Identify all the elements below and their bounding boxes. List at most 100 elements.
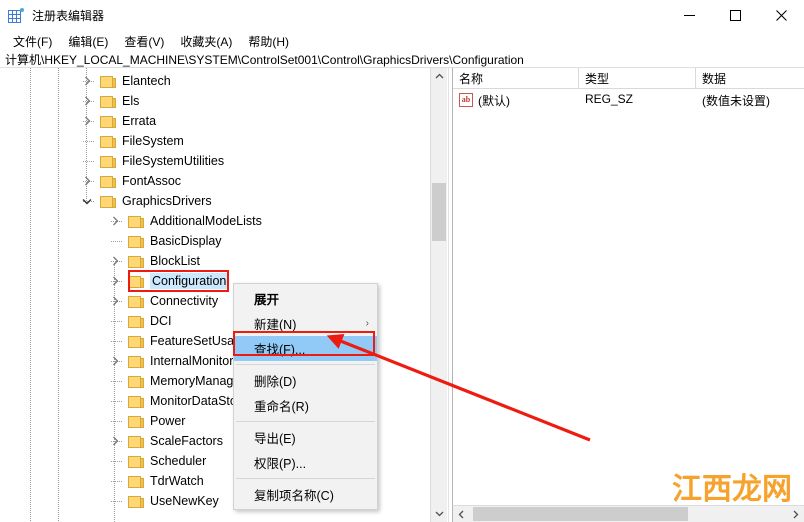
- tree-item-label[interactable]: AdditionalModeLists: [150, 213, 262, 229]
- column-header-data[interactable]: 数据: [696, 68, 804, 88]
- folder-icon: [128, 474, 144, 488]
- context-menu-item-label: 新建(N): [254, 318, 297, 332]
- context-menu-item-label: 复制项名称(C): [254, 489, 334, 503]
- tree-item-label[interactable]: Elantech: [122, 73, 171, 89]
- folder-icon: [100, 154, 116, 168]
- values-scroll-thumb[interactable]: [473, 507, 688, 521]
- folder-icon: [128, 354, 144, 368]
- scroll-right-button[interactable]: [787, 506, 804, 522]
- context-menu-separator: [236, 364, 375, 365]
- menu-edit[interactable]: 编辑(E): [60, 31, 116, 52]
- tree-item-label[interactable]: InternalMonitor: [150, 353, 233, 369]
- folder-icon: [128, 394, 144, 408]
- chevron-right-icon[interactable]: [108, 271, 122, 291]
- folder-icon: [100, 94, 116, 108]
- tree-item-label[interactable]: MemoryManager: [150, 373, 244, 389]
- tree-guide-connector: [83, 161, 95, 162]
- tree-vertical-scrollbar[interactable]: [430, 68, 447, 522]
- tree-item-label[interactable]: Power: [150, 413, 185, 429]
- tree-guide-connector: [111, 241, 123, 242]
- tree-guide-connector: [111, 501, 123, 502]
- window-title: 注册表编辑器: [32, 9, 105, 23]
- folder-icon: [128, 374, 144, 388]
- ctx-expand[interactable]: 展开: [234, 286, 377, 311]
- tree-item-label[interactable]: FileSystem: [122, 133, 184, 149]
- menu-help[interactable]: 帮助(H): [240, 31, 297, 52]
- ctx-rename[interactable]: 重命名(R): [234, 393, 377, 418]
- chevron-right-icon[interactable]: [108, 251, 122, 271]
- tree-item-label[interactable]: TdrWatch: [150, 473, 204, 489]
- tree-item-label[interactable]: BasicDisplay: [150, 233, 222, 249]
- context-menu-separator: [236, 478, 375, 479]
- context-menu-item-label: 删除(D): [254, 375, 297, 389]
- chevron-right-icon[interactable]: [108, 291, 122, 311]
- tree-item-label[interactable]: Scheduler: [150, 453, 206, 469]
- close-button[interactable]: [758, 0, 804, 31]
- tree-row[interactable]: AdditionalModeLists: [0, 211, 430, 231]
- tree-row[interactable]: GraphicsDrivers: [0, 191, 430, 211]
- tree-item-label[interactable]: BlockList: [150, 253, 200, 269]
- tree-item-label[interactable]: DCI: [150, 313, 172, 329]
- menu-view[interactable]: 查看(V): [116, 31, 172, 52]
- folder-icon: [128, 434, 144, 448]
- chevron-right-icon[interactable]: [80, 91, 94, 111]
- tree-guide-connector: [111, 341, 123, 342]
- ctx-copy-key-name[interactable]: 复制项名称(C): [234, 482, 377, 507]
- minimize-button[interactable]: [666, 0, 712, 31]
- tree-row[interactable]: FontAssoc: [0, 171, 430, 191]
- column-header-type[interactable]: 类型: [579, 68, 696, 88]
- tree-item-label[interactable]: FontAssoc: [122, 173, 181, 189]
- tree-row[interactable]: BlockList: [0, 251, 430, 271]
- chevron-right-icon[interactable]: [80, 71, 94, 91]
- chevron-right-icon[interactable]: [108, 431, 122, 451]
- context-menu-item-label: 展开: [254, 293, 280, 307]
- tree-item-label[interactable]: ScaleFactors: [150, 433, 223, 449]
- value-type: REG_SZ: [585, 92, 634, 106]
- tree-guide-connector: [83, 141, 95, 142]
- ctx-delete[interactable]: 删除(D): [234, 368, 377, 393]
- tree-scroll-thumb[interactable]: [432, 183, 446, 241]
- tree-item-label[interactable]: Errata: [122, 113, 156, 129]
- address-bar[interactable]: 计算机\HKEY_LOCAL_MACHINE\SYSTEM\ControlSet…: [0, 51, 804, 68]
- ctx-find[interactable]: 查找(F)...: [234, 336, 377, 361]
- tree-item-label[interactable]: GraphicsDrivers: [122, 193, 212, 209]
- ctx-new[interactable]: 新建(N) ›: [234, 311, 377, 336]
- tree-row[interactable]: Errata: [0, 111, 430, 131]
- tree-item-label-selected[interactable]: Configuration: [150, 273, 229, 289]
- ctx-permissions[interactable]: 权限(P)...: [234, 450, 377, 475]
- tree-guide-connector: [111, 461, 123, 462]
- menu-favorites[interactable]: 收藏夹(A): [172, 31, 240, 52]
- folder-icon: [128, 234, 144, 248]
- folder-icon: [128, 334, 144, 348]
- scroll-down-button[interactable]: [431, 505, 447, 522]
- tree-item-label[interactable]: Els: [122, 93, 139, 109]
- chevron-right-icon[interactable]: [80, 111, 94, 131]
- folder-icon: [128, 294, 144, 308]
- maximize-button[interactable]: [712, 0, 758, 31]
- tree-row[interactable]: FileSystem: [0, 131, 430, 151]
- tree-row[interactable]: FileSystemUtilities: [0, 151, 430, 171]
- tree-row[interactable]: Els: [0, 91, 430, 111]
- value-row-default[interactable]: ab (默认) REG_SZ (数值未设置): [453, 90, 804, 110]
- chevron-right-icon[interactable]: [108, 351, 122, 371]
- column-header-name[interactable]: 名称: [453, 68, 579, 88]
- folder-icon: [100, 134, 116, 148]
- tree-row[interactable]: BasicDisplay: [0, 231, 430, 251]
- folder-icon: [128, 254, 144, 268]
- folder-icon: [128, 274, 144, 288]
- tree-row[interactable]: Elantech: [0, 71, 430, 91]
- chevron-right-icon[interactable]: [108, 211, 122, 231]
- pane-splitter[interactable]: [448, 68, 451, 522]
- folder-icon: [128, 314, 144, 328]
- scroll-up-button[interactable]: [431, 68, 447, 85]
- scroll-left-button[interactable]: [453, 506, 470, 522]
- ctx-export[interactable]: 导出(E): [234, 425, 377, 450]
- tree-item-label[interactable]: UseNewKey: [150, 493, 219, 509]
- key-context-menu[interactable]: 展开新建(N) › 查找(F)... 删除(D) 重命名(R) 导出(E) 权限(P)...…: [233, 283, 378, 510]
- chevron-right-icon[interactable]: [80, 171, 94, 191]
- watermark: 江西龙网: [671, 471, 794, 509]
- menu-file[interactable]: 文件(F): [5, 31, 60, 52]
- tree-item-label[interactable]: Connectivity: [150, 293, 218, 309]
- chevron-down-icon[interactable]: [80, 191, 94, 211]
- tree-item-label[interactable]: FileSystemUtilities: [122, 153, 224, 169]
